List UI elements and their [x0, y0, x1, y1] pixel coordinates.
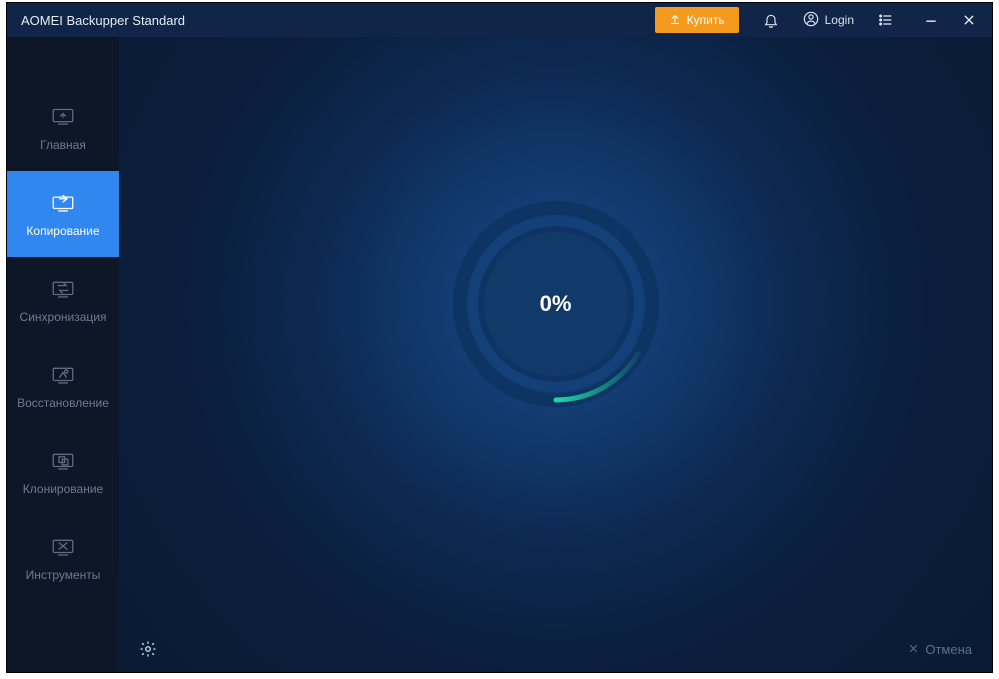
- sidebar-item-home[interactable]: Главная: [7, 85, 119, 171]
- home-icon: [49, 104, 77, 128]
- sidebar-item-backup[interactable]: Копирование: [7, 171, 119, 257]
- sidebar-item-label: Инструменты: [26, 568, 101, 582]
- notifications-icon[interactable]: [761, 10, 781, 30]
- close-button[interactable]: [960, 11, 978, 29]
- body: Главная Копирование Си: [7, 37, 992, 672]
- menu-list-icon[interactable]: [876, 10, 896, 30]
- sidebar: Главная Копирование Си: [7, 37, 119, 672]
- app-window: AOMEI Backupper Standard Купить Log: [6, 2, 993, 673]
- sync-icon: [49, 276, 77, 300]
- restore-icon: [49, 362, 77, 386]
- backup-icon: [49, 190, 77, 214]
- main-panel: 0% Отмена: [119, 37, 992, 672]
- upgrade-icon: [669, 13, 681, 28]
- sidebar-item-tools[interactable]: Инструменты: [7, 515, 119, 601]
- sidebar-item-label: Восстановление: [17, 396, 109, 410]
- login-button[interactable]: Login: [803, 11, 854, 30]
- buy-button-label: Купить: [687, 13, 725, 27]
- cancel-label: Отмена: [925, 642, 972, 657]
- settings-button[interactable]: [139, 640, 157, 658]
- sidebar-item-label: Главная: [40, 138, 86, 152]
- tools-icon: [49, 534, 77, 558]
- sidebar-item-clone[interactable]: Клонирование: [7, 429, 119, 515]
- clone-icon: [49, 448, 77, 472]
- titlebar: AOMEI Backupper Standard Купить Log: [7, 3, 992, 37]
- login-label: Login: [825, 13, 854, 27]
- progress-percent: 0%: [540, 291, 572, 317]
- app-title: AOMEI Backupper Standard: [21, 13, 185, 28]
- sidebar-item-label: Копирование: [26, 224, 99, 238]
- minimize-button[interactable]: [922, 11, 940, 29]
- close-icon: [908, 642, 919, 657]
- cancel-button[interactable]: Отмена: [908, 642, 972, 657]
- sidebar-item-sync[interactable]: Синхронизация: [7, 257, 119, 343]
- bottom-bar: Отмена: [119, 626, 992, 672]
- buy-button[interactable]: Купить: [655, 7, 739, 33]
- progress-ring: 0%: [451, 199, 661, 409]
- sidebar-item-restore[interactable]: Восстановление: [7, 343, 119, 429]
- sidebar-item-label: Синхронизация: [20, 310, 107, 324]
- sidebar-item-label: Клонирование: [23, 482, 103, 496]
- user-icon: [803, 11, 819, 30]
